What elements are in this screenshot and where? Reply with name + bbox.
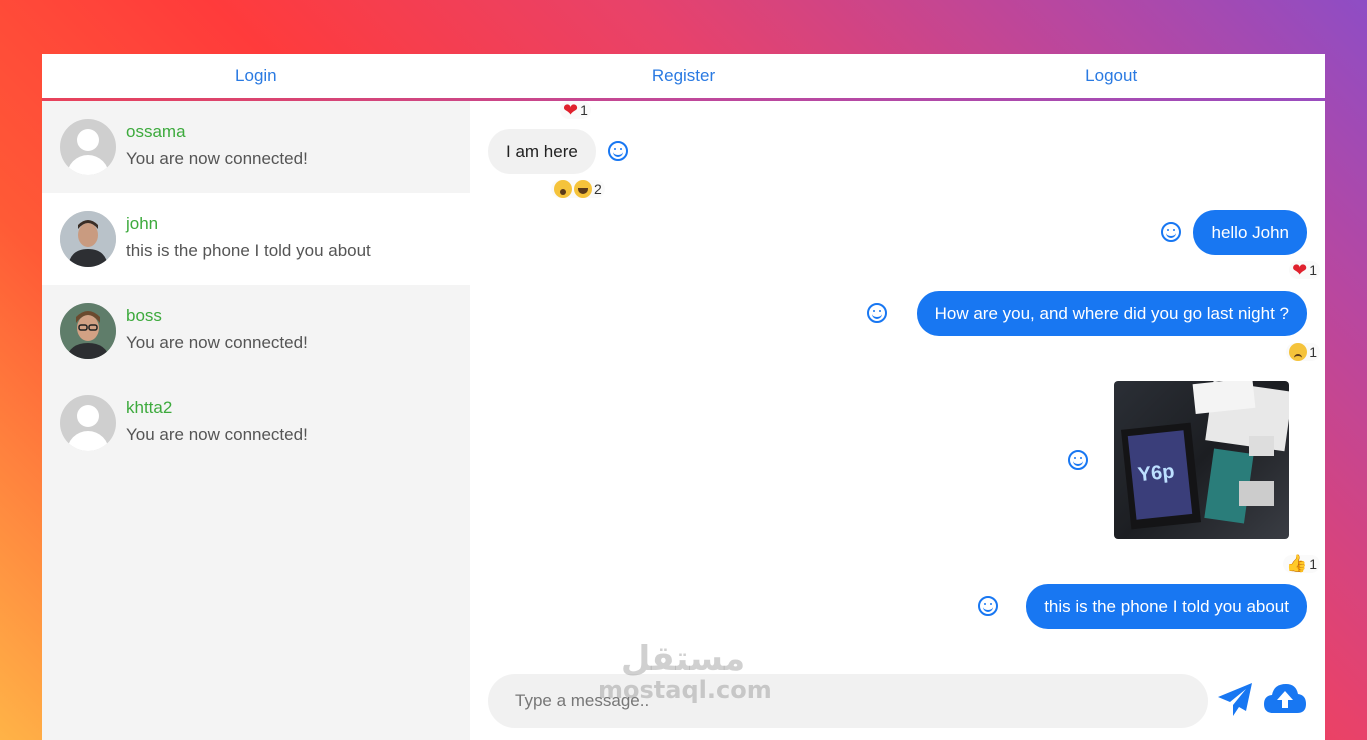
send-icon[interactable] xyxy=(1216,681,1254,724)
laugh-emoji-icon xyxy=(574,180,592,198)
watermark: مستقل mostaql.com xyxy=(598,639,772,704)
top-nav: Login Register Logout xyxy=(42,54,1325,101)
reaction-count: 1 xyxy=(1309,344,1317,360)
reaction-badge[interactable]: ❤ 1 xyxy=(1289,261,1320,279)
heart-icon: ❤ xyxy=(1292,260,1308,280)
svg-text:Y6p: Y6p xyxy=(1137,461,1176,487)
message-bubble-outgoing: How are you, and where did you go last n… xyxy=(916,291,1307,336)
contact-item-ossama[interactable]: ossama You are now connected! xyxy=(42,101,470,193)
smile-icon[interactable] xyxy=(1161,222,1181,242)
thumbs-up-icon: 👍 xyxy=(1286,554,1308,573)
sad-emoji-icon xyxy=(1289,343,1308,361)
cloud-upload-icon[interactable] xyxy=(1262,681,1308,722)
contacts-sidebar: ossama You are now connected! john this … xyxy=(42,101,470,740)
avatar xyxy=(60,211,116,267)
smile-icon[interactable] xyxy=(1068,450,1088,470)
reaction-badge[interactable]: ❤ 1 xyxy=(560,101,591,119)
heart-icon: ❤ xyxy=(563,100,579,120)
chat-app: Login Register Logout ossama You are now… xyxy=(42,54,1325,740)
contact-name: khtta2 xyxy=(126,398,173,417)
contact-item-boss[interactable]: boss You are now connected! xyxy=(42,285,470,377)
contact-last-message: You are now connected! xyxy=(126,149,308,168)
message-input[interactable] xyxy=(488,674,1208,728)
watermark-latin: mostaql.com xyxy=(598,676,772,704)
message-bubble-outgoing: this is the phone I told you about xyxy=(1026,584,1307,629)
reaction-count: 2 xyxy=(594,181,602,197)
contact-name: john xyxy=(126,214,159,233)
contact-name: boss xyxy=(126,306,162,325)
reaction-count: 1 xyxy=(1309,262,1317,278)
contact-last-message: You are now connected! xyxy=(126,425,308,444)
smile-icon[interactable] xyxy=(978,596,998,616)
reaction-count: 1 xyxy=(580,102,588,118)
smile-icon[interactable] xyxy=(608,141,628,161)
avatar xyxy=(60,303,116,359)
wow-emoji-icon xyxy=(554,180,572,198)
logout-link[interactable]: Logout xyxy=(897,54,1325,98)
contact-item-john[interactable]: john this is the phone I told you about xyxy=(42,193,470,285)
reaction-badge[interactable]: 2 xyxy=(551,180,605,198)
reaction-badge[interactable]: 1 xyxy=(1286,343,1320,361)
reaction-badge[interactable]: 👍 1 xyxy=(1283,555,1320,573)
phone-box-photo[interactable]: Y6p xyxy=(1114,381,1289,539)
register-link[interactable]: Register xyxy=(470,54,898,98)
avatar xyxy=(60,395,116,451)
contact-name: ossama xyxy=(126,122,186,141)
contact-item-khtta2[interactable]: khtta2 You are now connected! xyxy=(42,377,470,469)
message-bubble-outgoing: hello John xyxy=(1193,210,1307,255)
login-link[interactable]: Login xyxy=(42,54,470,98)
contact-last-message: You are now connected! xyxy=(126,333,308,352)
contact-last-message: this is the phone I told you about xyxy=(126,241,371,260)
message-bubble-incoming: I am here xyxy=(488,129,596,174)
smile-icon[interactable] xyxy=(867,303,887,323)
avatar xyxy=(60,119,116,175)
watermark-arabic: مستقل xyxy=(620,639,746,679)
reaction-count: 1 xyxy=(1309,556,1317,572)
